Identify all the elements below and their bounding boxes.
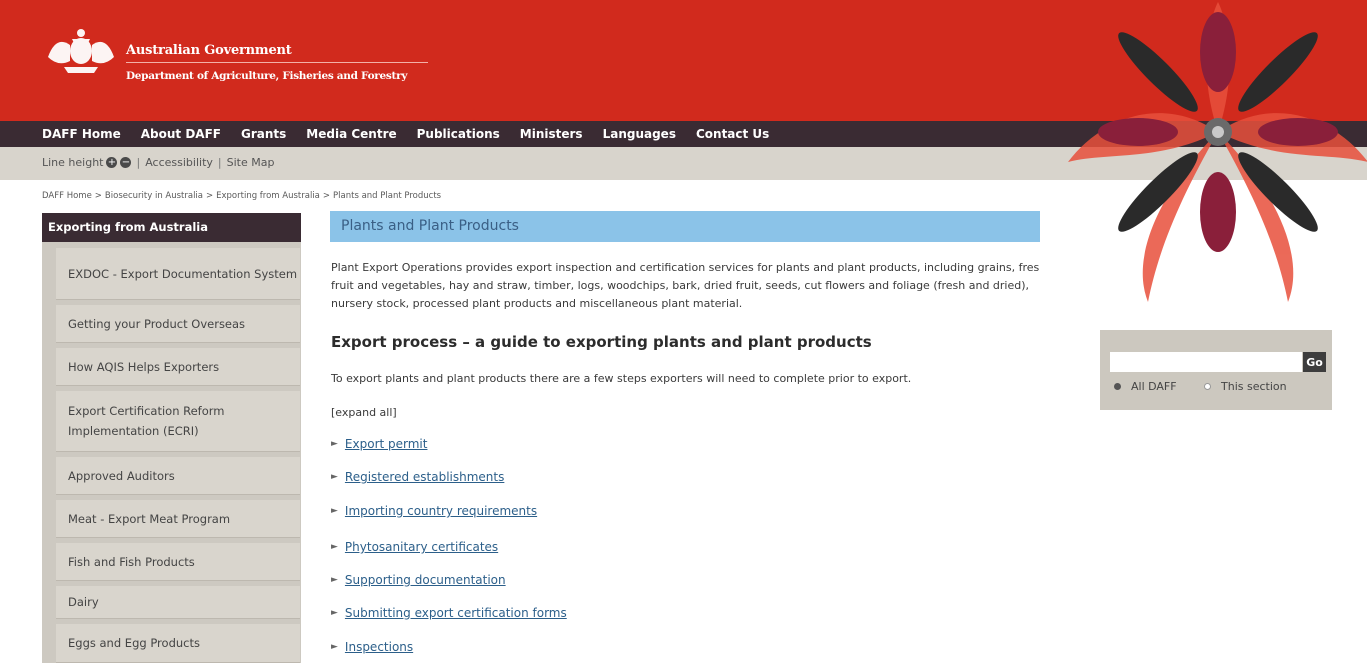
accordion-link[interactable]: Supporting documentation	[345, 573, 506, 587]
nav-ministers[interactable]: Ministers	[520, 121, 583, 147]
sidebar-item-ecri[interactable]: Export Certification Reform Implementati…	[56, 391, 300, 452]
sidebar-item-approved-auditors[interactable]: Approved Auditors	[56, 457, 300, 495]
breadcrumb-separator: >	[94, 191, 102, 201]
sidebar-item-eggs[interactable]: Eggs and Egg Products	[56, 624, 300, 663]
sidebar-item-label: Getting your Product Overseas	[68, 316, 246, 331]
accessibility-link[interactable]: Accessibility	[145, 156, 213, 169]
nav-publications[interactable]: Publications	[417, 121, 500, 147]
nav-grants[interactable]: Grants	[241, 121, 286, 147]
accordion-link[interactable]: Inspections	[345, 640, 413, 654]
insect-mandala-artwork	[1040, 0, 1367, 330]
sidebar-item-label: EXDOC - Export Documentation System	[68, 266, 298, 281]
sidebar: Exporting from Australia EXDOC - Export …	[42, 213, 301, 663]
breadcrumb-exporting[interactable]: Exporting from Australia	[216, 191, 320, 201]
sidebar-item-label: Fish and Fish Products	[68, 554, 195, 569]
increase-line-height-icon[interactable]: +	[106, 157, 118, 168]
section-heading: Export process – a guide to exporting pl…	[331, 333, 872, 351]
accordion-importing-country[interactable]: ► Importing country requirements	[331, 504, 537, 518]
breadcrumb: DAFF Home > Biosecurity in Australia > Expor…	[42, 191, 441, 201]
radio-selected-icon[interactable]	[1114, 383, 1121, 390]
radio-label: This section	[1221, 380, 1287, 393]
expand-arrow-icon: ►	[331, 642, 338, 652]
sidebar-item-how-aqis-helps[interactable]: How AQIS Helps Exporters	[56, 348, 300, 386]
sidebar-item-exdoc[interactable]: EXDOC - Export Documentation System	[56, 248, 300, 300]
accordion-registered-establishments[interactable]: ► Registered establishments	[331, 470, 504, 484]
nav-about-daff[interactable]: About DAFF	[141, 121, 221, 147]
expand-arrow-icon: ►	[331, 472, 338, 482]
sidebar-item-fish[interactable]: Fish and Fish Products	[56, 543, 300, 581]
search-go-button[interactable]: Go	[1303, 352, 1326, 372]
radio-unselected-icon[interactable]	[1204, 383, 1211, 390]
accordion-link[interactable]: Registered establishments	[345, 470, 504, 484]
intro-paragraph: Plant Export Operations provides export …	[331, 261, 1047, 310]
sidebar-item-label: Approved Auditors	[68, 468, 175, 483]
breadcrumb-current: Plants and Plant Products	[333, 191, 442, 201]
breadcrumb-daff-home[interactable]: DAFF Home	[42, 191, 92, 201]
breadcrumb-biosecurity[interactable]: Biosecurity in Australia	[105, 191, 203, 201]
accordion-link[interactable]: Submitting export certification forms	[345, 606, 567, 620]
separator: |	[217, 156, 222, 169]
expand-arrow-icon: ►	[331, 506, 338, 516]
search-input[interactable]	[1110, 352, 1302, 372]
coat-of-arms-icon[interactable]	[42, 27, 120, 75]
sidebar-item-dairy[interactable]: Dairy	[56, 586, 300, 619]
separator: |	[136, 156, 141, 169]
sidebar-item-label: Dairy	[68, 595, 99, 609]
accordion-link[interactable]: Importing country requirements	[345, 504, 537, 518]
department-title: Department of Agriculture, Fisheries and…	[126, 70, 408, 82]
sidebar-item-label: Export Certification Reform Implementati…	[68, 404, 225, 438]
header-divider	[126, 62, 428, 63]
sidebar-item-label: Meat - Export Meat Program	[68, 511, 231, 526]
accordion-link[interactable]: Export permit	[345, 437, 428, 451]
breadcrumb-separator: >	[322, 191, 331, 201]
sidebar-item-label: How AQIS Helps Exporters	[68, 359, 220, 374]
accordion-export-permit[interactable]: ► Export permit	[331, 437, 427, 451]
radio-all-daff[interactable]: All DAFF	[1114, 380, 1177, 393]
accordion-submitting-forms[interactable]: ► Submitting export certification forms	[331, 606, 567, 620]
accordion-link[interactable]: Phytosanitary certificates	[345, 540, 498, 554]
sidebar-item-label: Eggs and Egg Products	[68, 636, 200, 650]
expand-arrow-icon: ►	[331, 542, 338, 552]
radio-label: All DAFF	[1131, 380, 1177, 393]
nav-contact-us[interactable]: Contact Us	[696, 121, 769, 147]
search-panel: Go All DAFF This section	[1100, 330, 1332, 410]
radio-this-section[interactable]: This section	[1204, 380, 1287, 393]
expand-all-link[interactable]: [expand all]	[331, 406, 397, 419]
nav-daff-home[interactable]: DAFF Home	[42, 121, 121, 147]
section-intro: To export plants and plant products ther…	[331, 372, 912, 385]
line-height-label: Line height	[42, 156, 104, 169]
decrease-line-height-icon[interactable]: −	[120, 157, 132, 168]
expand-arrow-icon: ►	[331, 608, 338, 618]
site-map-link[interactable]: Site Map	[227, 156, 275, 169]
nav-languages[interactable]: Languages	[603, 121, 676, 147]
expand-arrow-icon: ►	[331, 575, 338, 585]
sidebar-title[interactable]: Exporting from Australia	[42, 213, 301, 242]
government-title: Australian Government	[126, 43, 292, 58]
expand-arrow-icon: ►	[331, 439, 338, 449]
accordion-phytosanitary[interactable]: ► Phytosanitary certificates	[331, 540, 498, 554]
sidebar-item-getting-product-overseas[interactable]: Getting your Product Overseas	[56, 305, 300, 343]
breadcrumb-separator: >	[206, 191, 214, 201]
sidebar-item-meat[interactable]: Meat - Export Meat Program	[56, 500, 300, 538]
accordion-inspections[interactable]: ► Inspections	[331, 640, 413, 654]
nav-media-centre[interactable]: Media Centre	[306, 121, 396, 147]
page-title: Plants and Plant Products	[330, 211, 1065, 242]
accordion-supporting-documentation[interactable]: ► Supporting documentation	[331, 573, 506, 587]
